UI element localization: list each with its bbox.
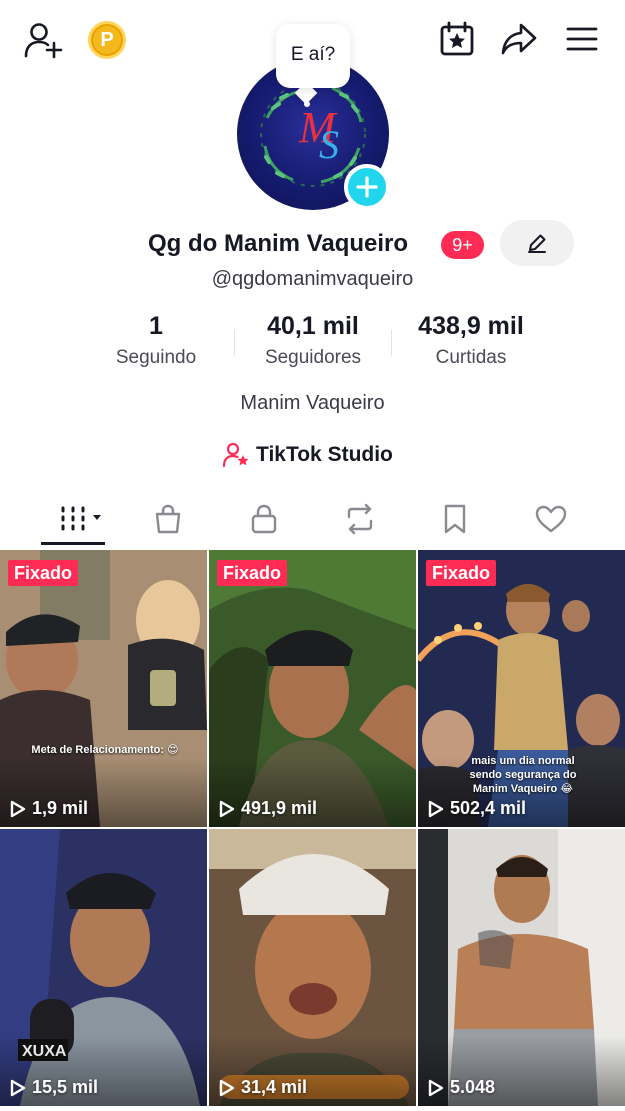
pinned-label: Fixado <box>8 560 79 586</box>
pinned-label: Fixado <box>426 560 497 586</box>
video-thumbnail[interactable]: Fixado mais um dia normal sendo seguranç… <box>418 550 625 827</box>
play-icon <box>219 1079 235 1096</box>
view-count: 5.048 <box>428 1077 495 1098</box>
tab-saved[interactable] <box>425 496 485 542</box>
view-count: 31,4 mil <box>219 1077 307 1098</box>
grid-icon <box>61 506 101 531</box>
play-icon <box>428 800 444 817</box>
play-icon <box>219 800 235 817</box>
pinned-label: Fixado <box>217 560 288 586</box>
video-caption: Meta de Relacionamento: 😍 <box>31 744 179 756</box>
play-icon <box>10 800 26 817</box>
bio-text: Manim Vaqueiro <box>240 392 385 414</box>
view-count-value: 1,9 mil <box>32 798 89 818</box>
add-user-icon[interactable] <box>22 20 64 60</box>
edit-profile-button[interactable] <box>500 220 574 266</box>
profile-name: Qg do Manim Vaqueiro <box>148 230 409 257</box>
play-icon <box>10 1079 26 1096</box>
repost-icon <box>347 503 373 535</box>
tab-private[interactable] <box>234 496 294 542</box>
content-tabs <box>0 496 625 546</box>
name-row: Qg do Manim Vaqueiro 9+ <box>0 220 625 266</box>
coin-icon[interactable]: P <box>88 21 126 59</box>
view-count-value: 15,5 mil <box>32 1077 99 1097</box>
svg-text:S: S <box>319 122 339 167</box>
bookmark-icon <box>444 504 466 534</box>
video-caption: mais um dia normal sendo segurança do Ma… <box>469 755 577 795</box>
edit-icon <box>528 234 546 253</box>
tab-reposts[interactable] <box>330 496 390 542</box>
stat-divider <box>391 330 392 356</box>
tiktok-studio-label: TikTok Studio <box>256 443 393 466</box>
share-icon[interactable] <box>498 19 540 59</box>
video-thumbnail[interactable]: Fixado Meta de Relacionamento: 😍 1,9 mil <box>0 550 207 827</box>
add-story-plus-icon[interactable] <box>344 164 390 210</box>
bubble-dot <box>304 101 310 107</box>
view-count-value: 5.048 <box>450 1077 496 1097</box>
tiktok-studio-icon <box>222 442 249 468</box>
stat-label: Seguindo <box>115 347 197 368</box>
stat-label: Curtidas <box>435 347 507 368</box>
notification-badge[interactable]: 9+ <box>441 231 484 259</box>
view-count-value: 491,9 mil <box>241 798 318 818</box>
view-count: 1,9 mil <box>10 798 88 819</box>
view-count-value: 31,4 mil <box>241 1077 308 1097</box>
calendar-star-icon[interactable] <box>437 19 477 59</box>
view-count: 491,9 mil <box>219 798 317 819</box>
video-thumbnail[interactable]: 5.048 <box>418 829 625 1106</box>
view-count-value: 502,4 mil <box>450 798 527 818</box>
lock-icon <box>251 504 277 534</box>
play-icon <box>428 1079 444 1096</box>
stat-likes[interactable]: 438,9 mil Curtidas <box>398 312 544 369</box>
stat-following[interactable]: 1 Seguindo <box>96 312 216 369</box>
stat-value: 40,1 mil <box>267 312 359 340</box>
view-count: 502,4 mil <box>428 798 526 819</box>
video-grid: Fixado Meta de Relacionamento: 😍 1,9 mil… <box>0 550 625 1111</box>
stat-value: 1 <box>149 312 163 340</box>
stat-divider <box>234 330 235 356</box>
stat-followers[interactable]: 40,1 mil Seguidores <box>243 312 383 369</box>
shop-bag-icon <box>155 504 181 534</box>
stat-label: Seguidores <box>264 347 362 368</box>
active-tab-indicator <box>41 542 105 545</box>
stats-row: 1 Seguindo 40,1 mil Seguidores 438,9 mil… <box>0 312 625 372</box>
heart-icon <box>535 505 567 533</box>
tiktok-studio-link[interactable]: TikTok Studio <box>222 440 393 470</box>
video-thumbnail[interactable]: 31,4 mil <box>209 829 416 1106</box>
tab-liked[interactable] <box>521 496 581 542</box>
stat-value: 438,9 mil <box>418 312 524 340</box>
note-bubble[interactable]: E aí? <box>276 24 350 88</box>
tab-shop[interactable] <box>138 496 198 542</box>
tab-videos[interactable] <box>48 496 108 542</box>
username: @qgdomanimvaqueiro <box>211 268 414 290</box>
video-thumbnail[interactable]: Fixado 491,9 mil <box>209 550 416 827</box>
view-count: 15,5 mil <box>10 1077 98 1098</box>
menu-icon[interactable] <box>562 20 602 58</box>
video-thumbnail[interactable]: XUXA 15,5 mil <box>0 829 207 1106</box>
